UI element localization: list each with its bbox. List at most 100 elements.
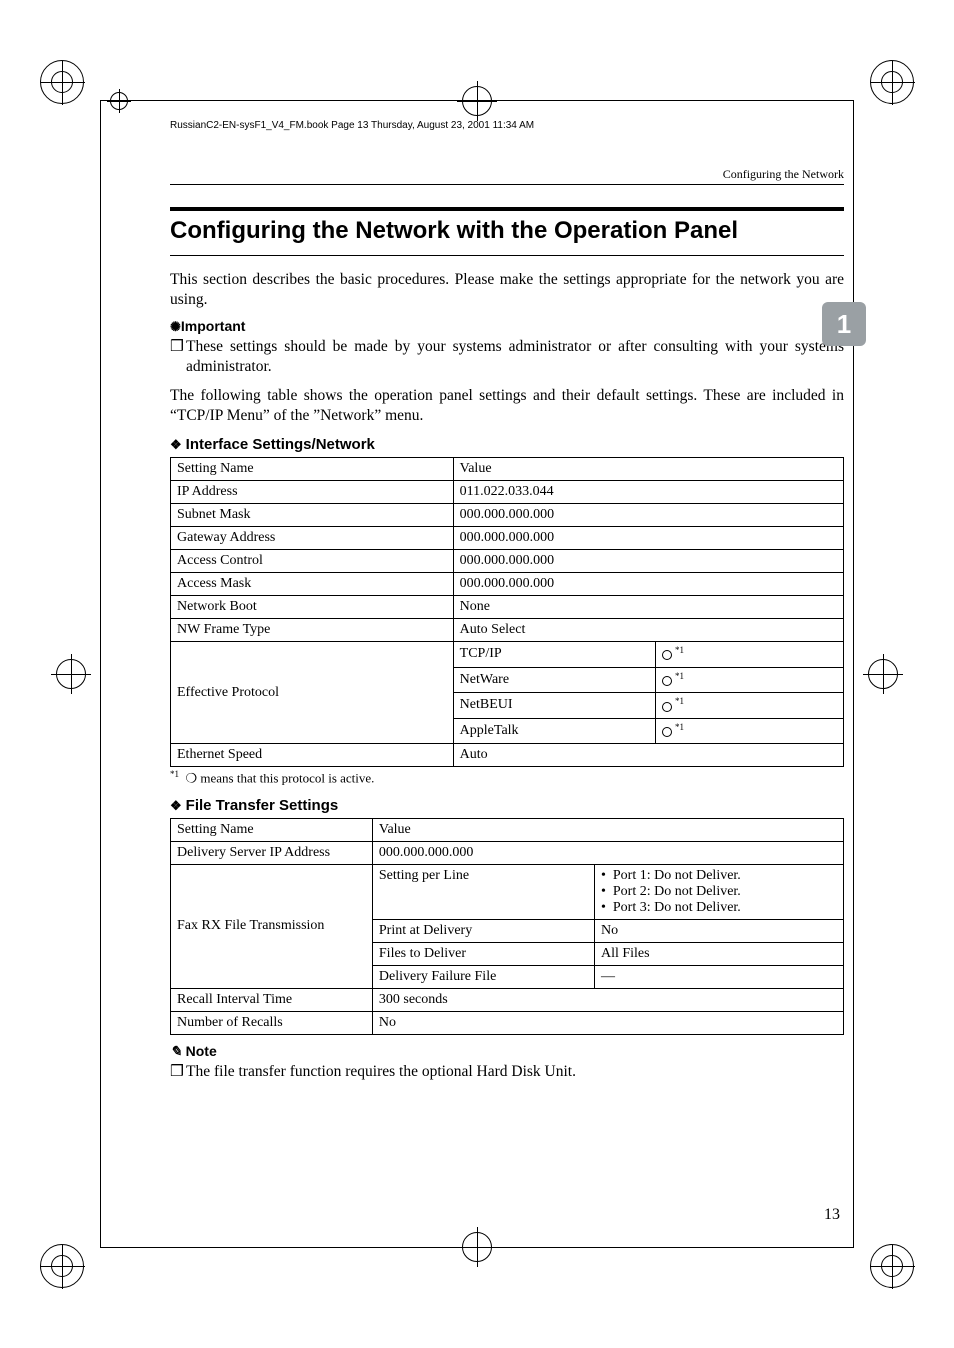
cell: NetBEUI [453,693,655,719]
cell: *1 [655,693,843,719]
crop-line-top [100,100,854,101]
register-mark-br [870,1244,914,1288]
table2-heading: ❖ File Transfer Settings [170,797,844,814]
circle-icon [662,727,672,737]
cell: Fax RX File Transmission [171,864,373,988]
header-setting-name: Setting Name [171,818,373,841]
table-row: Network BootNone [171,595,844,618]
cell: *1 [655,641,843,667]
cell: • Port 1: Do not Deliver. • Port 2: Do n… [594,864,843,919]
table1-title: Interface Settings/Network [186,436,375,453]
cell: 000.000.000.000 [453,526,843,549]
paragraph-2: The following table shows the operation … [170,386,844,426]
important-bullet-text: These settings should be made by your sy… [186,337,844,377]
section-title: Configuring the Network with the Operati… [170,207,844,256]
note-label: Note [186,1043,217,1059]
cell: Effective Protocol [171,641,454,744]
header-value: Value [372,818,843,841]
header-setting-name: Setting Name [171,457,454,480]
table-row: Effective Protocol TCP/IP *1 [171,641,844,667]
crosshair-right [868,659,898,689]
chapter-tab: 1 [822,302,866,346]
cell: No [372,1011,843,1034]
cell: Auto [453,744,843,767]
small-register-tl [110,92,128,110]
cell: Files to Deliver [372,942,594,965]
footnote-text: ❍ means that this protocol is active. [186,771,375,786]
book-header: RussianC2-EN-sysF1_V4_FM.book Page 13 Th… [170,120,844,131]
gear-icon: ✺ [170,319,181,334]
diamond-icon: ❖ [170,798,182,813]
circle-icon [662,676,672,686]
cell: Subnet Mask [171,503,454,526]
table-row: Number of RecallsNo [171,1011,844,1034]
note-heading: ✎ Note [170,1043,844,1060]
footnote: *1 ❍ means that this protocol is active. [170,769,844,786]
port-line: • Port 1: Do not Deliver. [601,868,837,884]
table-row: Setting Name Value [171,457,844,480]
cell: Print at Delivery [372,919,594,942]
port-line: • Port 2: Do not Deliver. [601,884,837,900]
sup: *1 [675,722,684,732]
cell: Access Control [171,549,454,572]
page-content: RussianC2-EN-sysF1_V4_FM.book Page 13 Th… [160,120,854,1228]
cell: 300 seconds [372,988,843,1011]
cell: *1 [655,718,843,744]
cell: 011.022.033.044 [453,480,843,503]
cell: NW Frame Type [171,618,454,641]
cell: Recall Interval Time [171,988,373,1011]
sup: *1 [675,671,684,681]
bullet-icon: ❒ [170,337,186,377]
important-label: Important [181,318,246,334]
table-row: Access Control000.000.000.000 [171,549,844,572]
cell: Access Mask [171,572,454,595]
register-mark-tr [870,60,914,104]
table-row: Recall Interval Time300 seconds [171,988,844,1011]
cell: Delivery Server IP Address [171,841,373,864]
intro-paragraph: This section describes the basic procedu… [170,270,844,310]
table-row: Fax RX File Transmission Setting per Lin… [171,864,844,919]
cell: 000.000.000.000 [453,572,843,595]
cell: IP Address [171,480,454,503]
note-bullet-text: The file transfer function requires the … [186,1062,576,1082]
table-row: NW Frame TypeAuto Select [171,618,844,641]
crosshair-left [56,659,86,689]
register-mark-tl [40,60,84,104]
cell: Gateway Address [171,526,454,549]
sup: *1 [675,696,684,706]
cell: Number of Recalls [171,1011,373,1034]
sup: *1 [675,645,684,655]
cell: Setting per Line [372,864,594,919]
table2-title: File Transfer Settings [186,797,339,814]
circle-icon [662,650,672,660]
table-row: Delivery Server IP Address000.000.000.00… [171,841,844,864]
footnote-marker: *1 [170,769,179,779]
table-row: Gateway Address000.000.000.000 [171,526,844,549]
crosshair-top [462,86,492,116]
important-heading: ✺Important [170,318,844,335]
header-value: Value [453,457,843,480]
bullet-icon: ❒ [170,1062,186,1082]
cell: TCP/IP [453,641,655,667]
cell: None [453,595,843,618]
table1-heading: ❖ Interface Settings/Network [170,436,844,453]
crop-line-bottom [100,1247,854,1248]
register-mark-bl [40,1244,84,1288]
port-line: • Port 3: Do not Deliver. [601,900,837,916]
cell: — [594,965,843,988]
cell: Ethernet Speed [171,744,454,767]
diamond-icon: ❖ [170,437,182,452]
page-number: 13 [824,1206,840,1224]
cell: *1 [655,667,843,693]
cell: 000.000.000.000 [372,841,843,864]
table-row: Setting Name Value [171,818,844,841]
cell: Network Boot [171,595,454,618]
cell: AppleTalk [453,718,655,744]
cell: All Files [594,942,843,965]
cell: 000.000.000.000 [453,503,843,526]
table-row: Access Mask000.000.000.000 [171,572,844,595]
file-transfer-table: Setting Name Value Delivery Server IP Ad… [170,818,844,1035]
cell: NetWare [453,667,655,693]
pencil-icon: ✎ [170,1043,182,1059]
cell: 000.000.000.000 [453,549,843,572]
